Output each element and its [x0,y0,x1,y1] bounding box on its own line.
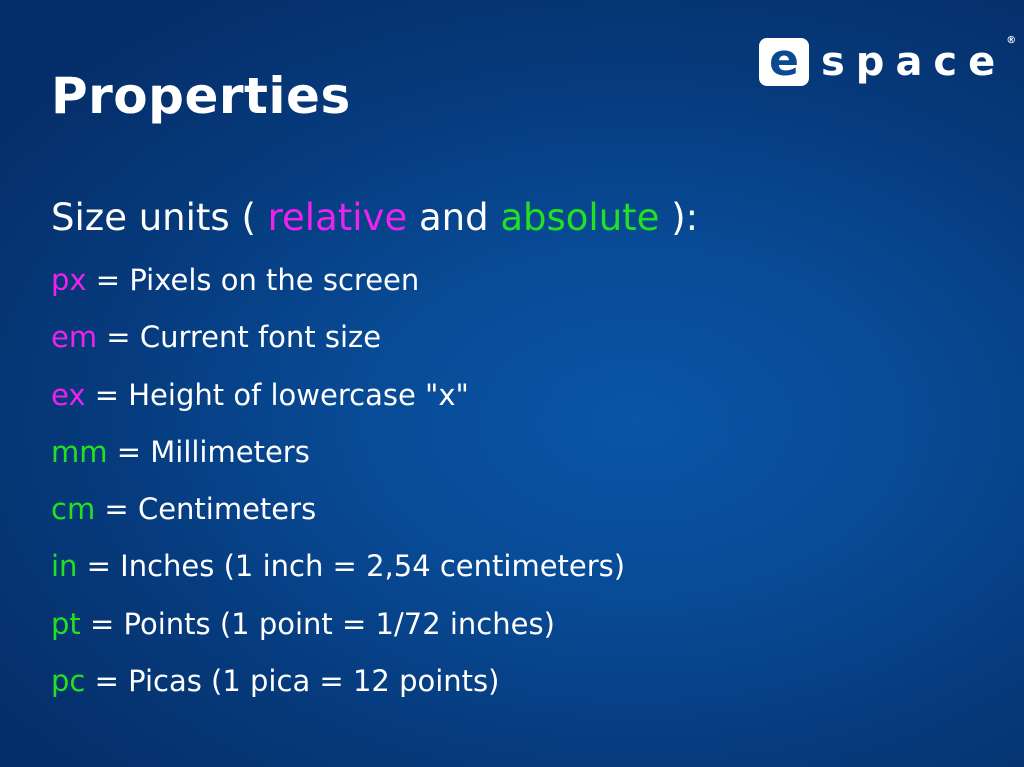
logo-e-badge: e [759,38,809,86]
size-units-heading: Size units ( relative and absolute ): [51,195,698,241]
unit-code: ex [51,377,86,412]
unit-desc: = Height of lowercase "x" [85,377,469,412]
units-list: px = Pixels on the screen em = Current f… [51,261,625,719]
heading-prefix: Size units ( [51,196,268,239]
heading-absolute: absolute [500,196,660,239]
unit-item-ex: ex = Height of lowercase "x" [51,376,625,433]
unit-desc: = Centimeters [95,492,317,527]
unit-item-pc: pc = Picas (1 pica = 12 points) [51,662,625,719]
logo-wordmark: space [821,39,1007,85]
unit-code: em [51,320,98,355]
registered-mark: ® [1006,35,1017,46]
heading-middle: and [407,196,501,239]
unit-code: mm [51,434,108,469]
heading-suffix: ): [659,196,699,239]
unit-desc: = Millimeters [107,434,310,469]
unit-desc: = Current font size [97,320,382,355]
slide-title: Properties [51,67,351,125]
unit-code: px [51,263,87,297]
unit-item-mm: mm = Millimeters [51,433,625,490]
unit-code: pt [51,606,81,641]
espace-logo: e space ® [759,35,1016,88]
heading-relative: relative [267,196,408,239]
unit-item-in: in = Inches (1 inch = 2,54 centimeters) [51,547,625,604]
unit-item-em: em = Current font size [51,318,625,375]
unit-code: in [51,549,78,584]
unit-desc: = Inches (1 inch = 2,54 centimeters) [77,549,626,584]
unit-item-pt: pt = Points (1 point = 1/72 inches) [51,605,625,662]
unit-code: cm [51,492,96,527]
unit-code: pc [51,664,86,699]
unit-desc: = Picas (1 pica = 12 points) [85,664,500,699]
unit-item-cm: cm = Centimeters [51,490,625,547]
unit-desc: = Pixels on the screen [86,263,420,297]
unit-desc: = Points (1 point = 1/72 inches) [80,606,555,641]
unit-item-px: px = Pixels on the screen [51,261,625,318]
